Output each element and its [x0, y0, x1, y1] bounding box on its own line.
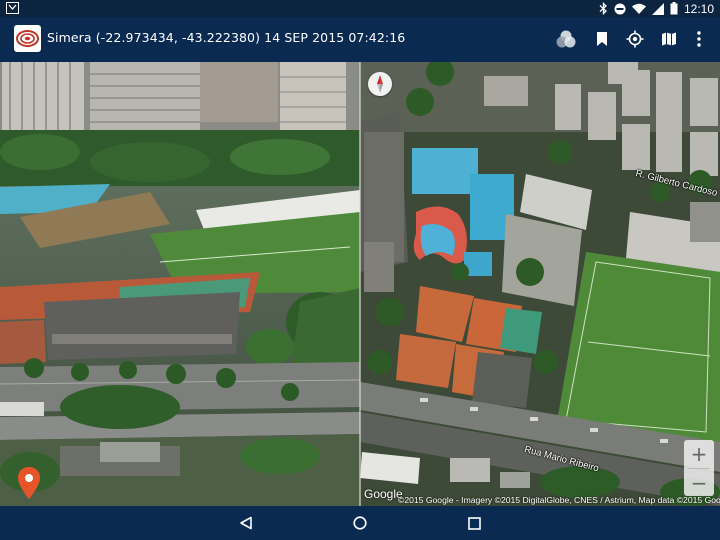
- zoom-controls: + −: [684, 440, 714, 496]
- clock: 12:10: [683, 1, 714, 16]
- layers-icon[interactable]: [553, 26, 579, 52]
- navigation-bar: [0, 506, 720, 540]
- signal-icon: [651, 2, 664, 15]
- satellite-view[interactable]: R. Gilberto Cardoso Rua Mario Ribeiro: [360, 62, 720, 506]
- status-icons: 12:10: [599, 1, 714, 16]
- compass-icon[interactable]: [368, 72, 392, 96]
- coordinates: (-22.973434, -43.222380): [95, 30, 261, 45]
- bluetooth-icon: [599, 2, 608, 15]
- google-logo: Google: [364, 487, 403, 501]
- map-content: R. Gilberto Cardoso Rua Mario Ribeiro + …: [0, 62, 720, 506]
- app-bar: Simera (-22.973434, -43.222380) 14 SEP 2…: [0, 17, 720, 62]
- map-icon[interactable]: [656, 26, 682, 52]
- location-pin-icon[interactable]: [16, 466, 42, 500]
- bookmark-icon[interactable]: [589, 26, 615, 52]
- app-title: Simera (-22.973434, -43.222380) 14 SEP 2…: [47, 30, 405, 45]
- timestamp: 14 SEP 2015 07:42:16: [264, 30, 406, 45]
- home-icon[interactable]: [350, 513, 370, 533]
- perspective-imagery: [0, 62, 360, 506]
- notification-icon: [6, 2, 19, 14]
- split-divider[interactable]: [359, 62, 361, 506]
- battery-icon: [670, 2, 678, 15]
- perspective-view[interactable]: [0, 62, 360, 506]
- zoom-out-button[interactable]: −: [684, 469, 714, 497]
- zoom-in-button[interactable]: +: [684, 440, 714, 468]
- app-logo: [14, 25, 41, 52]
- do-not-disturb-icon: [614, 3, 626, 15]
- status-bar: 12:10: [0, 0, 720, 17]
- map-attribution[interactable]: ©2015 Google - Imagery ©2015 DigitalGlob…: [398, 495, 720, 505]
- app-name: Simera: [47, 30, 92, 45]
- satellite-imagery: [360, 62, 720, 506]
- back-icon[interactable]: [236, 513, 256, 533]
- app-root: 12:10 Simera (-22.973434, -43.222380) 14…: [0, 0, 720, 540]
- recents-icon[interactable]: [464, 513, 484, 533]
- overflow-menu-icon[interactable]: [686, 26, 712, 52]
- wifi-icon: [631, 3, 646, 14]
- my-location-icon[interactable]: [622, 26, 648, 52]
